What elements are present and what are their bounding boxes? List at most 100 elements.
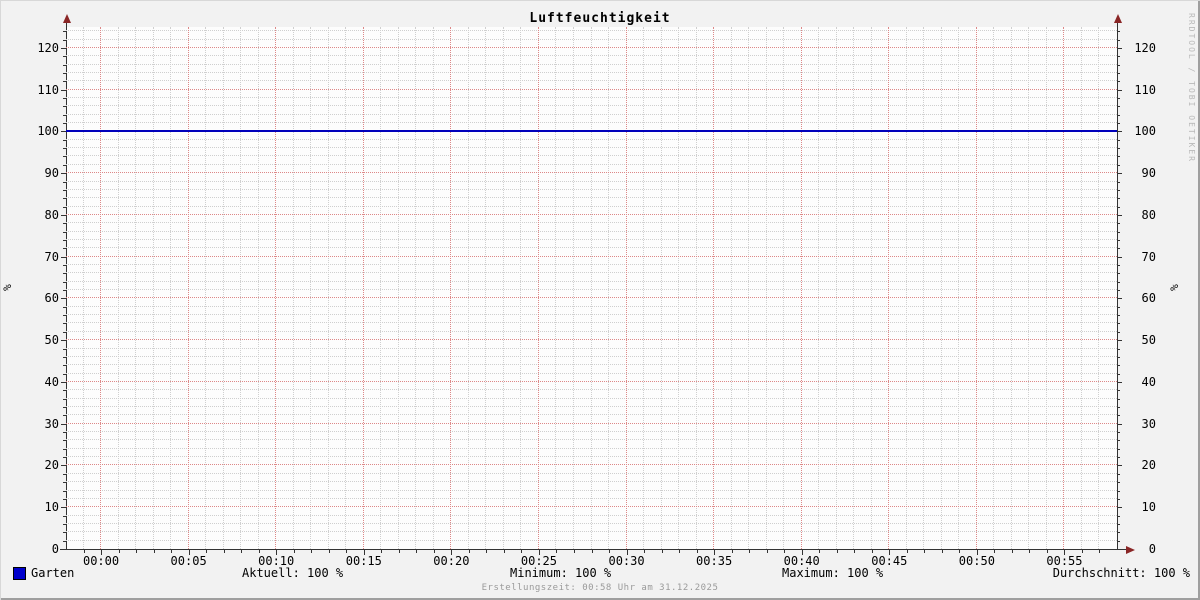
y-minor-tick-left <box>63 290 66 291</box>
major-gridline-v <box>450 27 451 549</box>
y-minor-tick-left <box>63 532 66 533</box>
y-axis-arrow-left <box>63 14 71 23</box>
x-minor-tick <box>784 550 785 553</box>
y-minor-tick-left <box>63 265 66 266</box>
minor-gridline-h <box>66 531 1117 532</box>
minor-gridline-h <box>66 481 1117 482</box>
x-minor-tick <box>294 550 295 553</box>
x-minor-tick <box>329 550 330 553</box>
y-minor-tick-left <box>63 332 66 333</box>
minor-gridline-h <box>66 490 1117 491</box>
y-axis-tick-label-right: 10 <box>1122 500 1156 515</box>
minor-gridline-h <box>66 181 1117 182</box>
y-minor-tick-right <box>1117 365 1120 366</box>
y-minor-tick-right <box>1117 248 1120 249</box>
minor-gridline-h <box>66 348 1117 349</box>
x-minor-tick <box>486 550 487 553</box>
x-minor-tick <box>1012 550 1013 553</box>
minor-gridline-v <box>993 27 994 549</box>
minor-gridline-v <box>1081 27 1082 549</box>
y-minor-tick-right <box>1117 81 1120 82</box>
x-minor-tick <box>206 550 207 553</box>
major-gridline-v <box>1063 27 1064 549</box>
y-minor-tick-right <box>1117 165 1120 166</box>
y-minor-tick-right <box>1117 449 1120 450</box>
x-minor-tick <box>119 550 120 553</box>
y-axis-tick-label-right: 90 <box>1122 166 1156 181</box>
x-minor-tick <box>1082 550 1083 553</box>
minor-gridline-v <box>520 27 521 549</box>
minor-gridline-h <box>66 289 1117 290</box>
minor-gridline-v <box>608 27 609 549</box>
y-major-tick-left <box>61 257 66 258</box>
legend-series-label: Garten <box>31 566 74 581</box>
y-minor-tick-right <box>1117 457 1120 458</box>
legend-stat-maximum: Maximum: 100 % <box>782 566 883 581</box>
y-axis-right <box>1117 20 1118 550</box>
y-minor-tick-left <box>63 106 66 107</box>
y-minor-tick-right <box>1117 31 1120 32</box>
minor-gridline-v <box>205 27 206 549</box>
x-minor-tick <box>1047 550 1048 553</box>
y-minor-tick-left <box>63 474 66 475</box>
x-minor-tick <box>907 550 908 553</box>
minor-gridline-h <box>66 114 1117 115</box>
minor-gridline-v <box>468 27 469 549</box>
rrdtool-watermark: RRDTOOL / TOBI OETIKER <box>1187 13 1196 163</box>
y-minor-tick-right <box>1117 349 1120 350</box>
x-axis-tick-label: 00:40 <box>772 554 832 568</box>
y-minor-tick-right <box>1117 73 1120 74</box>
y-axis-tick-label-left: 90 <box>0 166 59 181</box>
y-axis-tick-label-left: 30 <box>0 417 59 432</box>
y-minor-tick-right <box>1117 198 1120 199</box>
y-axis-tick-label-left: 0 <box>0 542 59 557</box>
major-gridline-v <box>538 27 539 549</box>
x-minor-tick <box>399 550 400 553</box>
y-axis-tick-label-right: 100 <box>1122 124 1156 139</box>
minor-gridline-h <box>66 231 1117 232</box>
minor-gridline-h <box>66 331 1117 332</box>
y-minor-tick-right <box>1117 440 1120 441</box>
y-minor-tick-right <box>1117 541 1120 542</box>
x-minor-tick <box>767 550 768 553</box>
rrdtool-graph: Luftfeuchtigkeit % % Garten Aktuell: 100… <box>0 0 1200 600</box>
major-gridline-h <box>66 339 1117 340</box>
y-major-tick-left <box>61 340 66 341</box>
minor-gridline-v <box>485 27 486 549</box>
y-minor-tick-left <box>63 56 66 57</box>
y-minor-tick-left <box>63 98 66 99</box>
x-minor-tick <box>381 550 382 553</box>
minor-gridline-h <box>66 281 1117 282</box>
x-minor-tick <box>749 550 750 553</box>
legend-row: Garten Aktuell: 100 % Minimum: 100 % Max… <box>0 566 1200 582</box>
y-minor-tick-left <box>63 323 66 324</box>
minor-gridline-v <box>328 27 329 549</box>
minor-gridline-h <box>66 206 1117 207</box>
minor-gridline-v <box>958 27 959 549</box>
major-gridline-h <box>66 89 1117 90</box>
y-minor-tick-left <box>63 156 66 157</box>
y-minor-tick-left <box>63 31 66 32</box>
minor-gridline-v <box>1046 27 1047 549</box>
minor-gridline-h <box>66 498 1117 499</box>
major-gridline-v <box>713 27 714 549</box>
major-gridline-v <box>626 27 627 549</box>
y-minor-tick-right <box>1117 223 1120 224</box>
x-axis-tick-label: 00:35 <box>684 554 744 568</box>
y-axis-left <box>66 20 67 550</box>
major-gridline-h <box>66 214 1117 215</box>
y-minor-tick-right <box>1117 491 1120 492</box>
y-minor-tick-right <box>1117 432 1120 433</box>
y-minor-tick-right <box>1117 156 1120 157</box>
major-gridline-h <box>66 297 1117 298</box>
minor-gridline-v <box>818 27 819 549</box>
y-minor-tick-right <box>1117 399 1120 400</box>
minor-gridline-h <box>66 189 1117 190</box>
y-minor-tick-right <box>1117 182 1120 183</box>
x-minor-tick <box>662 550 663 553</box>
creation-time: Erstellungszeit: 00:58 Uhr am 31.12.2025 <box>0 583 1200 593</box>
x-minor-tick <box>994 550 995 553</box>
minor-gridline-h <box>66 197 1117 198</box>
y-minor-tick-right <box>1117 190 1120 191</box>
minor-gridline-v <box>153 27 154 549</box>
